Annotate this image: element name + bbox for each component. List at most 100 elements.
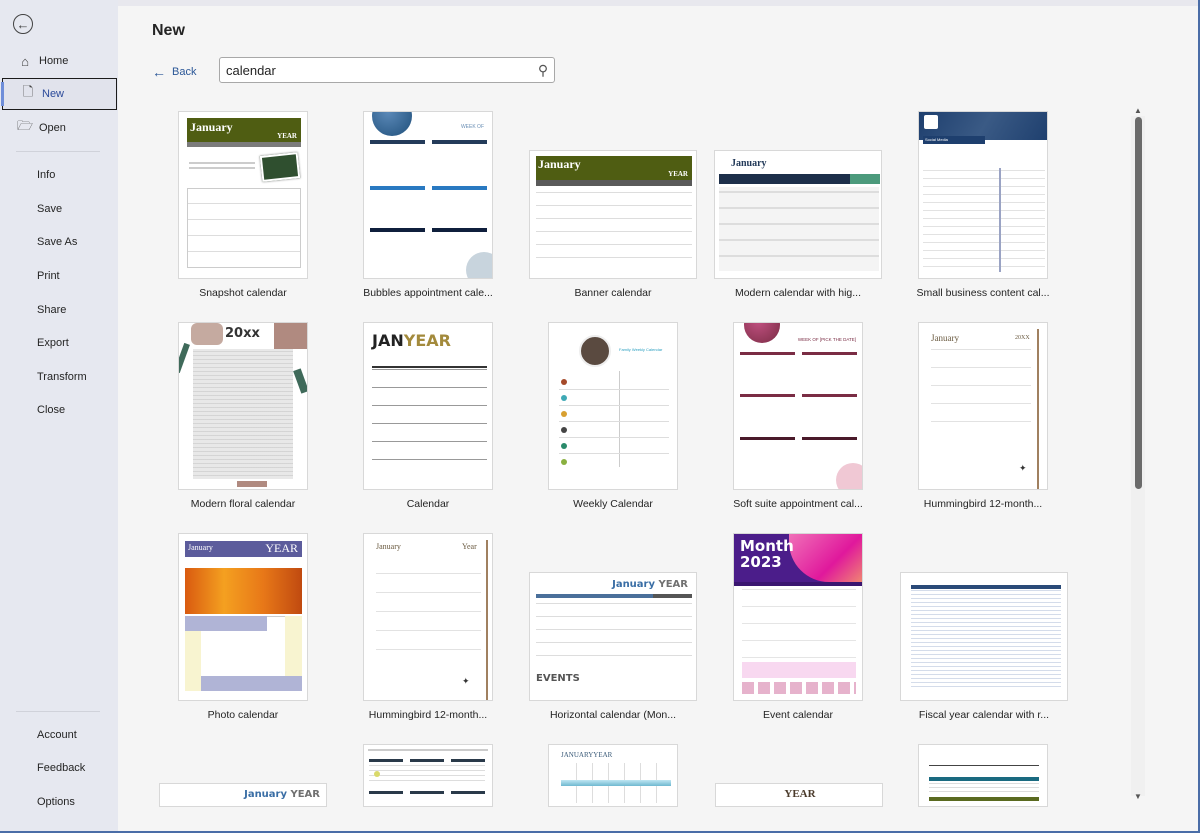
thumb-text: YEAR — [658, 579, 688, 590]
sidebar-item-label: Print — [37, 270, 60, 282]
sidebar-item-label: New — [42, 88, 65, 100]
search-icon[interactable]: ⚲ — [532, 62, 554, 79]
thumb-text: YEAR — [290, 789, 320, 800]
back-button[interactable]: ← Back — [152, 64, 196, 80]
template-thumbnail — [900, 572, 1068, 701]
sidebar-divider — [16, 151, 100, 152]
sidebar-item-open[interactable]: 🗁 Open — [0, 112, 118, 144]
new-document-icon: 🗋 — [22, 84, 34, 99]
sidebar-item-label: Feedback — [37, 762, 86, 774]
thumb-text: YEAR — [403, 331, 451, 350]
sidebar-item-label: Share — [37, 304, 67, 316]
home-icon: ⌂ — [21, 53, 29, 69]
sidebar-item-label: Home — [39, 55, 69, 67]
template-search-box: ⚲ — [219, 57, 555, 83]
thumb-text: 20XX — [1015, 335, 1030, 341]
search-input[interactable] — [220, 59, 532, 81]
thumb-text: WEEK OF — [460, 124, 484, 130]
folder-open-icon: 🗁 — [17, 118, 34, 133]
thumb-text: YEAR — [277, 132, 297, 140]
sidebar-item-label: Transform — [37, 371, 87, 383]
thumb-text: YEAR — [784, 788, 816, 800]
word-backstage-new: ← ⌂ Home 🗋 New 🗁 Open Info Save Save As … — [0, 0, 1200, 833]
thumb-text: YEAR — [593, 751, 613, 759]
thumb-text: Year — [462, 542, 477, 551]
page-title: New — [152, 22, 185, 39]
sidebar-item-save-as[interactable]: Save As — [0, 226, 118, 258]
template-thumbnail: January YEAR — [529, 150, 697, 279]
sidebar-divider — [16, 711, 100, 712]
thumb-text: January — [731, 158, 767, 169]
thumb-text: EVENTS — [536, 673, 580, 684]
template-thumbnail: January YEAR — [178, 533, 308, 701]
scroll-up-icon[interactable]: ▲ — [1134, 106, 1142, 115]
template-thumbnail: Social Media — [918, 111, 1048, 279]
sidebar-item-label: Info — [37, 169, 56, 181]
thumb-text: YEAR — [668, 170, 688, 178]
template-label: Soft suite appointment cal... — [733, 498, 863, 510]
thumb-text: January — [376, 542, 401, 551]
template-label: Banner calendar — [574, 287, 652, 299]
template-label: Small business content cal... — [916, 287, 1050, 299]
sidebar-item-export[interactable]: Export — [0, 327, 118, 359]
sidebar-item-account[interactable]: Account — [0, 719, 118, 751]
sidebar-item-save[interactable]: Save — [0, 193, 118, 225]
template-label: Bubbles appointment cale... — [363, 287, 493, 299]
sidebar-item-info[interactable]: Info — [0, 159, 118, 191]
sidebar-item-transform[interactable]: Transform — [0, 361, 118, 393]
thumb-text: JAN — [372, 331, 404, 350]
thumb-text: January — [612, 579, 655, 590]
sidebar-item-feedback[interactable]: Feedback — [0, 752, 118, 784]
template-thumbnail: YEAR — [715, 783, 883, 807]
thumb-text: Social Media — [925, 137, 948, 142]
back-label: Back — [172, 66, 197, 78]
sidebar-item-close[interactable]: Close — [0, 394, 118, 426]
template-thumbnail: JANYEAR — [363, 322, 493, 490]
template-label: Event calendar — [762, 709, 834, 721]
template-thumbnail: Family Weekly Calendar — [548, 322, 678, 490]
template-thumbnail: JANUARYYEAR — [548, 744, 678, 807]
template-thumbnail — [918, 744, 1048, 807]
thumb-text: Month — [740, 537, 794, 555]
sidebar-item-new[interactable]: 🗋 New — [1, 78, 117, 110]
sidebar-item-label: Open — [39, 122, 66, 134]
backstage-sidebar: ← ⌂ Home 🗋 New 🗁 Open Info Save Save As … — [0, 0, 118, 833]
template-label: Horizontal calendar (Mon... — [549, 709, 677, 721]
template-thumbnail: January — [714, 150, 882, 279]
template-label: Weekly Calendar — [573, 498, 653, 510]
sidebar-item-label: Export — [37, 337, 69, 349]
template-label: Modern floral calendar — [190, 498, 296, 510]
arrow-left-icon: ← — [152, 64, 166, 80]
template-thumbnail: WEEK OF — [363, 111, 493, 279]
template-thumbnail: WEEK OF [PICK THE DATE] — [733, 322, 863, 490]
sidebar-item-share[interactable]: Share — [0, 294, 118, 326]
thumb-text: Family Weekly Calendar — [619, 347, 663, 352]
sidebar-item-label: Options — [37, 796, 75, 808]
sidebar-item-label: Account — [37, 729, 77, 741]
template-thumbnail — [363, 744, 493, 807]
template-label: Calendar — [406, 498, 450, 510]
scroll-down-icon[interactable]: ▼ — [1134, 792, 1142, 801]
template-thumbnail: January YEAR EVENTS — [529, 572, 697, 701]
sidebar-item-home[interactable]: ⌂ Home — [0, 45, 118, 77]
sidebar-item-label: Close — [37, 404, 66, 416]
template-thumbnail: Month 2023 — [733, 533, 863, 701]
scrollbar-thumb[interactable] — [1135, 117, 1142, 489]
sidebar-item-print[interactable]: Print — [0, 260, 118, 292]
thumb-text: January — [190, 120, 233, 134]
thumb-text: January — [244, 789, 287, 800]
thumb-text: January — [931, 333, 959, 343]
sidebar-item-options[interactable]: Options — [0, 786, 118, 818]
back-arrow-icon[interactable]: ← — [13, 14, 33, 34]
template-thumbnail: January YEAR — [159, 783, 327, 807]
thumb-text: WEEK OF [PICK THE DATE] — [797, 337, 856, 342]
sidebar-item-label: Save As — [37, 236, 78, 248]
thumb-text: 20xx — [225, 326, 260, 341]
template-label: Hummingbird 12-month... — [923, 498, 1043, 510]
template-thumbnail: January YEAR — [178, 111, 308, 279]
thumb-text: JANUARY — [561, 751, 594, 759]
template-label: Photo calendar — [207, 709, 279, 721]
template-thumbnail: January 20XX ✦ — [918, 322, 1048, 490]
template-label: Modern calendar with hig... — [734, 287, 862, 299]
sidebar-item-label: Save — [37, 203, 63, 215]
